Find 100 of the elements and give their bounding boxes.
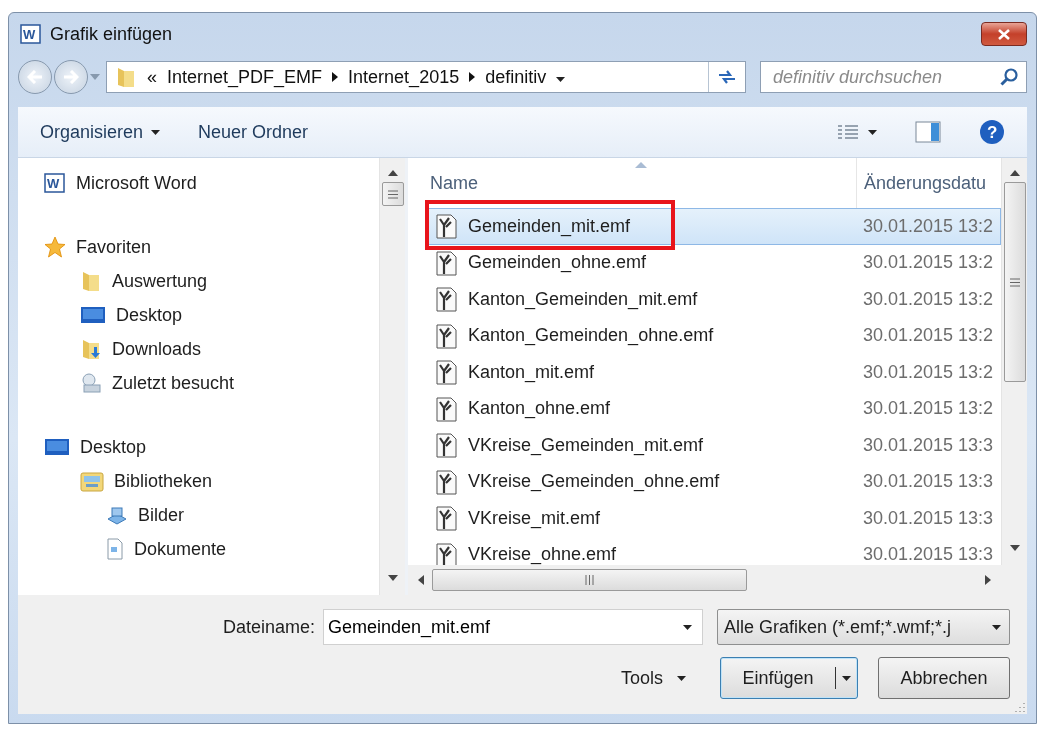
pictures-icon xyxy=(106,505,128,525)
organize-menu[interactable]: Organisieren xyxy=(28,115,173,149)
file-name: Gemeinden_mit.emf xyxy=(468,215,631,237)
word-icon: W xyxy=(44,172,66,194)
folder-icon xyxy=(115,66,137,88)
file-row[interactable]: VKreise_Gemeinden_mit.emf 30.01.2015 13:3 xyxy=(427,427,1001,464)
breadcrumb-overflow[interactable]: « xyxy=(147,66,157,88)
breadcrumb-item[interactable]: Internet_PDF_EMF xyxy=(167,66,323,88)
breadcrumb-item[interactable]: Internet_2015 xyxy=(348,66,460,88)
file-name: VKreise_Gemeinden_mit.emf xyxy=(468,434,704,456)
scroll-thumb[interactable] xyxy=(381,182,404,206)
file-date: 30.01.2015 13:3 xyxy=(862,434,995,456)
file-date: 30.01.2015 13:3 xyxy=(862,544,995,565)
file-icon xyxy=(434,359,458,386)
nav-item[interactable]: Favoriten xyxy=(44,230,379,264)
file-name: VKreise_Gemeinden_ohne.emf xyxy=(468,471,720,493)
grip-icon xyxy=(1009,277,1020,287)
address-bar[interactable]: « Internet_PDF_EMF Internet_2015 definitiv xyxy=(106,61,746,93)
file-row[interactable]: VKreise_ohne.emf 30.01.2015 13:3 xyxy=(427,536,1001,565)
dropdown-caret-icon xyxy=(842,675,851,681)
search-icon xyxy=(1000,68,1018,86)
arrow-right-icon xyxy=(63,70,79,84)
nav-item[interactable]: Dokumente xyxy=(106,532,379,566)
caret-icon xyxy=(868,129,877,135)
tools-menu[interactable]: Tools xyxy=(620,667,686,689)
file-icon xyxy=(434,395,458,422)
grip-icon xyxy=(585,575,594,585)
file-date: 30.01.2015 13:2 xyxy=(862,288,995,310)
file-row[interactable]: Gemeinden_ohne.emf 30.01.2015 13:2 xyxy=(427,244,1001,281)
recent-places-icon xyxy=(80,372,102,394)
scroll-down-icon xyxy=(1009,545,1020,551)
file-date: 30.01.2015 13:3 xyxy=(862,471,995,493)
file-date: 30.01.2015 13:2 xyxy=(862,325,995,347)
nav-item[interactable]: Desktop xyxy=(80,298,379,332)
dropdown-caret-icon xyxy=(992,624,1001,630)
help-button[interactable]: ? xyxy=(967,113,1017,151)
nav-item[interactable]: Bilder xyxy=(106,498,379,532)
file-row[interactable]: Kanton_mit.emf 30.01.2015 13:2 xyxy=(427,354,1001,391)
scroll-right-icon xyxy=(985,575,991,585)
cancel-button[interactable]: Abbrechen xyxy=(878,657,1010,699)
dropdown-caret-icon xyxy=(683,625,692,630)
file-name: Kanton_Gemeinden_ohne.emf xyxy=(468,325,714,347)
column-header[interactable]: Name xyxy=(430,172,856,194)
nav-item[interactable]: Bibliotheken xyxy=(80,464,379,498)
file-row[interactable]: Kanton_ohne.emf 30.01.2015 13:2 xyxy=(427,390,1001,427)
star-icon xyxy=(44,236,66,258)
filename-field[interactable]: Gemeinden_mit.emf xyxy=(323,609,703,645)
nav-item[interactable]: Downloads xyxy=(80,332,379,366)
search-field[interactable]: definitiv durchsuchen xyxy=(760,61,1027,93)
file-icon xyxy=(434,213,458,240)
file-row[interactable]: Kanton_Gemeinden_mit.emf 30.01.2015 13:2 xyxy=(427,281,1001,318)
file-icon xyxy=(434,505,458,532)
refresh-arrows-icon xyxy=(717,69,737,85)
caret-icon xyxy=(151,129,161,135)
file-icon xyxy=(434,468,458,495)
scroll-thumb[interactable] xyxy=(1003,182,1026,382)
close-icon xyxy=(998,28,1010,40)
file-row[interactable]: VKreise_Gemeinden_ohne.emf 30.01.2015 13:3 xyxy=(427,463,1001,500)
file-icon xyxy=(434,286,458,313)
file-type-dropdown[interactable]: Alle Grafiken (*.emf;*.wmf;*.j xyxy=(717,609,1010,645)
preview-pane-icon xyxy=(915,121,941,143)
file-date: 30.01.2015 13:2 xyxy=(862,252,995,274)
nav-item[interactable]: W Microsoft Word xyxy=(44,166,379,200)
insert-split-button[interactable]: Einfügen xyxy=(720,657,858,699)
arrow-left-icon xyxy=(27,70,43,84)
scroll-up-icon xyxy=(1009,170,1020,176)
history-caret-icon xyxy=(90,74,100,80)
nav-item[interactable]: Auswertung xyxy=(80,264,379,298)
caret-icon xyxy=(677,675,686,681)
scroll-down-icon xyxy=(387,575,398,581)
dropdown-caret-icon xyxy=(556,77,566,82)
grip-icon xyxy=(387,189,398,199)
library-icon xyxy=(80,470,104,492)
file-icon xyxy=(434,249,458,276)
nav-item[interactable]: Zuletzt besucht xyxy=(80,366,379,400)
forward-button[interactable] xyxy=(54,60,88,94)
file-icon xyxy=(434,432,458,459)
file-row[interactable]: Gemeinden_mit.emf 30.01.2015 13:2 xyxy=(427,208,1001,245)
file-date: 30.01.2015 13:2 xyxy=(862,398,995,420)
scroll-thumb[interactable] xyxy=(432,569,747,591)
new-folder-button[interactable]: Neuer Ordner xyxy=(186,115,321,149)
chevron-right-icon xyxy=(332,72,339,82)
file-date: 30.01.2015 13:2 xyxy=(862,215,995,237)
file-icon xyxy=(434,322,458,349)
resize-grip-icon xyxy=(1015,702,1025,712)
file-date: 30.01.2015 13:2 xyxy=(862,361,995,383)
file-name: Kanton_Gemeinden_mit.emf xyxy=(468,288,698,310)
word-icon: W xyxy=(20,23,42,45)
scroll-left-icon xyxy=(418,575,424,585)
breadcrumb-item[interactable]: definitiv xyxy=(485,66,547,88)
close-button[interactable] xyxy=(981,22,1027,46)
file-name: VKreise_ohne.emf xyxy=(468,544,617,565)
window-title: Grafik einfügen xyxy=(50,23,174,45)
file-row[interactable]: Kanton_Gemeinden_ohne.emf 30.01.2015 13:2 xyxy=(427,317,1001,354)
file-row[interactable]: VKreise_mit.emf 30.01.2015 13:3 xyxy=(427,500,1001,537)
nav-item[interactable]: Desktop xyxy=(44,430,379,464)
help-icon: ? xyxy=(979,119,1005,145)
file-name: Kanton_ohne.emf xyxy=(468,398,611,420)
downloads-icon xyxy=(80,338,102,360)
back-button[interactable] xyxy=(18,60,52,94)
